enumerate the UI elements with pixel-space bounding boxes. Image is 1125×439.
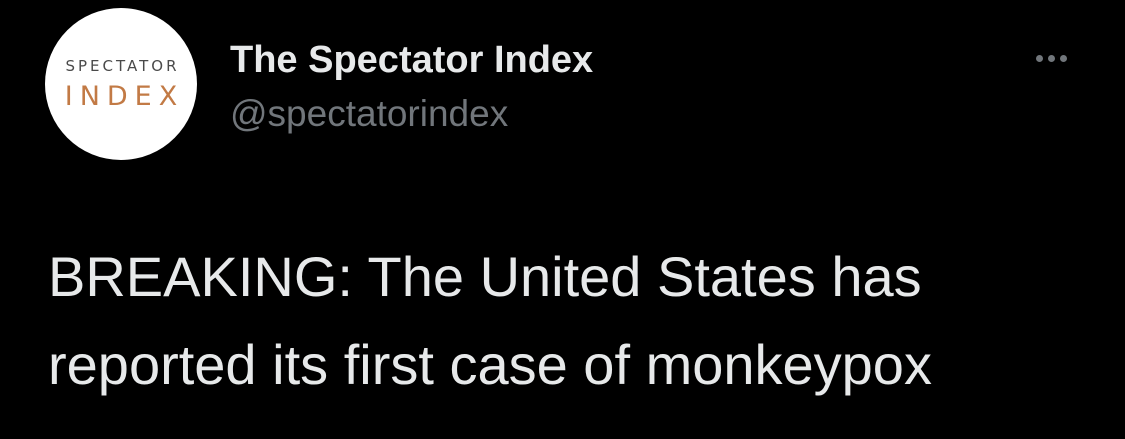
avatar-logo-top-text: SPECTATOR	[65, 57, 180, 75]
avatar-logo-bottom-text: INDEX	[64, 81, 185, 112]
more-dot	[1047, 54, 1055, 62]
author-display-name[interactable]: The Spectator Index	[230, 38, 593, 82]
tweet-text-line: reported its first case of monkeypox	[48, 333, 932, 396]
tweet-text: BREAKING: The United States has reported…	[48, 233, 1108, 409]
author-handle[interactable]: @spectatorindex	[230, 92, 508, 136]
more-dot	[1035, 54, 1043, 62]
more-dot	[1059, 54, 1067, 62]
more-options-icon[interactable]	[1026, 48, 1076, 68]
avatar[interactable]: SPECTATOR INDEX	[45, 8, 197, 160]
tweet-text-line: BREAKING: The United States has	[48, 245, 922, 308]
tweet: SPECTATOR INDEX The Spectator Index @spe…	[0, 0, 1125, 439]
